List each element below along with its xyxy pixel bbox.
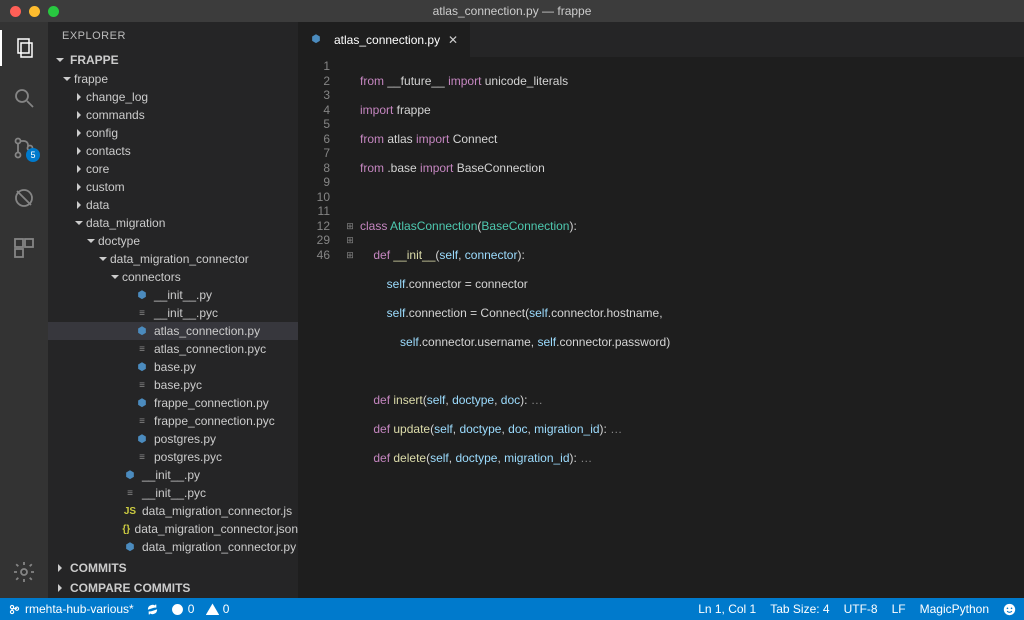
file-icon: ≡ (134, 449, 150, 465)
tree-folder[interactable]: config (48, 124, 298, 142)
source-control-icon[interactable]: 5 (0, 130, 48, 166)
python-icon: ⬢ (134, 431, 150, 447)
editor-actions (980, 22, 1024, 57)
tree-file[interactable]: ⬢base.py (48, 358, 298, 376)
fold-icon[interactable]: ⊞ (344, 219, 356, 234)
search-icon[interactable] (0, 80, 48, 116)
minimize-window-button[interactable] (29, 6, 40, 17)
window-controls (0, 6, 59, 17)
main-area: 5 EXPLORER FRAPPE frappe change_log comm… (0, 22, 1024, 598)
json-icon: {} (122, 521, 131, 537)
tree-file[interactable]: ⬢__init__.py (48, 466, 298, 484)
titlebar: atlas_connection.py — frappe (0, 0, 1024, 22)
tree-file[interactable]: ⬢data_migration_connector.py (48, 538, 298, 556)
tree-file[interactable]: ⬢postgres.py (48, 430, 298, 448)
tab-label: atlas_connection.py (334, 33, 440, 47)
settings-icon[interactable] (0, 554, 48, 590)
fold-icon[interactable]: ⊞ (344, 233, 356, 248)
tree-file[interactable]: ≡base.pyc (48, 376, 298, 394)
tree-file[interactable]: JSdata_migration_connector.js (48, 502, 298, 520)
editor-group: ⬢ atlas_connection.py ✕ 1234567891011122… (298, 22, 1024, 598)
python-icon: ⬢ (122, 467, 138, 483)
python-icon: ⬢ (134, 359, 150, 375)
file-tree: frappe change_log commands config contac… (48, 70, 298, 558)
file-icon: ≡ (122, 485, 138, 501)
tree-folder[interactable]: contacts (48, 142, 298, 160)
file-icon: ≡ (134, 305, 150, 321)
tree-file[interactable]: ≡__init__.pyc (48, 304, 298, 322)
tree-folder[interactable]: custom (48, 178, 298, 196)
fold-icon[interactable]: ⊞ (344, 248, 356, 263)
code-content: from __future__ import unicode_literals … (356, 57, 1024, 598)
sidebar-section-root[interactable]: FRAPPE (48, 50, 298, 70)
explorer-icon[interactable] (0, 30, 48, 66)
debug-icon[interactable] (0, 180, 48, 216)
close-window-button[interactable] (10, 6, 21, 17)
sidebar-section-compare[interactable]: COMPARE COMMITS (48, 578, 298, 598)
tree-folder[interactable]: frappe (48, 70, 298, 88)
tree-file[interactable]: ⬢atlas_connection.py (48, 322, 298, 340)
window-title: atlas_connection.py — frappe (433, 4, 592, 18)
status-eol[interactable]: LF (892, 602, 906, 616)
tree-folder[interactable]: doctype (48, 232, 298, 250)
python-icon: ⬢ (308, 32, 324, 48)
python-icon: ⬢ (134, 287, 150, 303)
python-icon: ⬢ (122, 539, 138, 555)
status-indent[interactable]: Tab Size: 4 (770, 602, 829, 616)
code-editor[interactable]: 1234567891011122946 ⊞⊞⊞ from __future__ … (298, 57, 1024, 598)
status-language[interactable]: MagicPython (920, 602, 989, 616)
status-encoding[interactable]: UTF-8 (844, 602, 878, 616)
sidebar: EXPLORER FRAPPE frappe change_log comman… (48, 22, 298, 598)
tree-file[interactable]: ≡frappe_connection.pyc (48, 412, 298, 430)
tree-folder[interactable]: commands (48, 106, 298, 124)
tree-folder[interactable]: data_migration (48, 214, 298, 232)
tree-folder[interactable]: change_log (48, 88, 298, 106)
tree-folder[interactable]: data (48, 196, 298, 214)
sidebar-section-commits[interactable]: COMMITS (48, 558, 298, 578)
tree-folder[interactable]: connectors (48, 268, 298, 286)
root-label: FRAPPE (70, 53, 119, 67)
maximize-window-button[interactable] (48, 6, 59, 17)
status-cursor[interactable]: Ln 1, Col 1 (698, 602, 756, 616)
scm-badge: 5 (26, 148, 40, 162)
js-icon: JS (122, 503, 138, 519)
tab-bar: ⬢ atlas_connection.py ✕ (298, 22, 1024, 57)
close-icon[interactable]: ✕ (446, 33, 460, 47)
tree-file[interactable]: ≡postgres.pyc (48, 448, 298, 466)
status-feedback-icon[interactable] (1003, 602, 1016, 616)
tab-active[interactable]: ⬢ atlas_connection.py ✕ (298, 22, 471, 57)
status-branch[interactable]: rmehta-hub-various* (8, 602, 134, 616)
sidebar-title: EXPLORER (48, 22, 298, 50)
tree-folder[interactable]: core (48, 160, 298, 178)
python-icon: ⬢ (134, 395, 150, 411)
extensions-icon[interactable] (0, 230, 48, 266)
tree-file[interactable]: ⬢__init__.py (48, 286, 298, 304)
tree-file[interactable]: ≡__init__.pyc (48, 484, 298, 502)
python-icon: ⬢ (134, 323, 150, 339)
file-icon: ≡ (134, 377, 150, 393)
status-problems[interactable]: 0 0 (171, 602, 230, 616)
status-sync[interactable] (146, 603, 159, 616)
tree-file[interactable]: {}data_migration_connector.json (48, 520, 298, 538)
file-icon: ≡ (134, 413, 150, 429)
status-bar: rmehta-hub-various* 0 0 Ln 1, Col 1 Tab … (0, 598, 1024, 620)
file-icon: ≡ (134, 341, 150, 357)
fold-column: ⊞⊞⊞ (344, 57, 356, 598)
tree-folder[interactable]: data_migration_connector (48, 250, 298, 268)
tree-file[interactable]: ⬢frappe_connection.py (48, 394, 298, 412)
line-numbers: 1234567891011122946 (298, 57, 344, 598)
activity-bar: 5 (0, 22, 48, 598)
tree-file[interactable]: ≡atlas_connection.pyc (48, 340, 298, 358)
